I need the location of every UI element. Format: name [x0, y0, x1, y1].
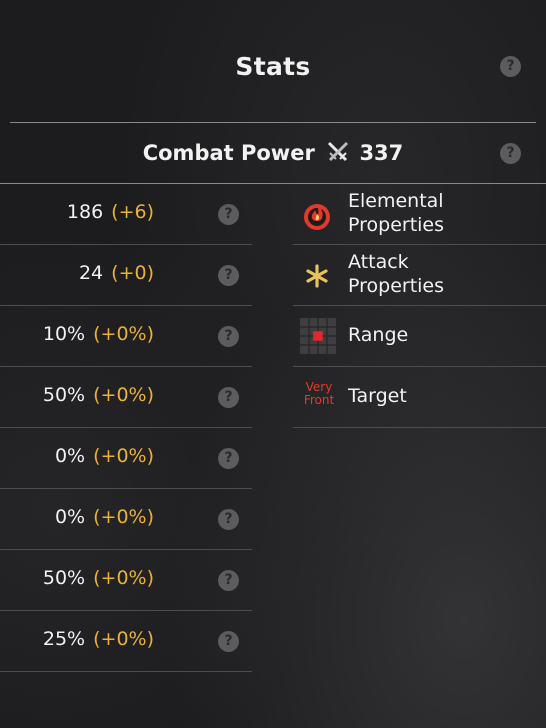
- stat-value: 0%: [54, 506, 86, 528]
- stat-bonus: (+0%): [93, 323, 154, 345]
- stat-row: 24 (+0) ?: [0, 245, 252, 306]
- stat-value: 50%: [42, 567, 86, 589]
- stat-value: 24: [78, 262, 104, 284]
- target-row[interactable]: Very Front Target: [293, 367, 546, 428]
- stats-help-icon[interactable]: ?: [500, 56, 521, 77]
- stat-bonus: (+0%): [93, 628, 154, 650]
- stat-bonus: (+0%): [93, 384, 154, 406]
- stat-row: 50% (+0%) ?: [0, 550, 252, 611]
- stat-value: 0%: [54, 445, 86, 467]
- stat-bonus: (+6): [111, 201, 154, 223]
- combat-power-help-icon[interactable]: ?: [500, 143, 521, 164]
- stat-value: 50%: [42, 384, 86, 406]
- stat-help-icon[interactable]: ?: [218, 509, 239, 530]
- stat-row: 186 (+6) ?: [0, 184, 252, 245]
- stat-bonus: (+0%): [93, 506, 154, 528]
- combat-power: Combat Power 337: [0, 140, 546, 165]
- stat-row: 50% (+0%) ?: [0, 367, 252, 428]
- elemental-properties-label-1: Elemental: [348, 190, 444, 212]
- stat-help-icon[interactable]: ?: [218, 326, 239, 347]
- stat-help-icon[interactable]: ?: [218, 570, 239, 591]
- target-label: Target: [348, 385, 407, 407]
- header-divider: [10, 122, 536, 123]
- range-grid-icon: [300, 318, 336, 354]
- stat-help-icon[interactable]: ?: [218, 631, 239, 652]
- stat-help-icon[interactable]: ?: [218, 387, 239, 408]
- stat-value: 25%: [42, 628, 86, 650]
- stat-bonus: (+0%): [93, 445, 154, 467]
- attack-properties-row[interactable]: Attack Properties: [293, 245, 546, 306]
- stat-help-icon[interactable]: ?: [218, 265, 239, 286]
- stat-row: 0% (+0%) ?: [0, 428, 252, 489]
- combat-power-value: 337: [359, 141, 404, 165]
- fire-icon: [304, 204, 330, 230]
- attack-properties-label-1: Attack: [348, 251, 409, 273]
- stat-bonus: (+0): [111, 262, 154, 284]
- attack-properties-label-2: Properties: [348, 275, 445, 297]
- crossed-swords-icon: [328, 141, 349, 162]
- target-badge: Very Front: [303, 380, 335, 407]
- stat-help-icon[interactable]: ?: [218, 204, 239, 225]
- range-row[interactable]: Range: [293, 306, 546, 367]
- stat-help-icon[interactable]: ?: [218, 448, 239, 469]
- stat-row: 10% (+0%) ?: [0, 306, 252, 367]
- stat-row: 25% (+0%) ?: [0, 611, 252, 672]
- range-label: Range: [348, 324, 409, 346]
- stat-value: 10%: [42, 323, 86, 345]
- combat-power-label: Combat Power: [142, 141, 315, 165]
- star-icon: [306, 264, 328, 288]
- stat-value: 186: [66, 201, 104, 223]
- stat-row: 0% (+0%) ?: [0, 489, 252, 550]
- elemental-properties-row[interactable]: Elemental Properties: [293, 184, 546, 245]
- stat-bonus: (+0%): [93, 567, 154, 589]
- elemental-properties-label-2: Properties: [348, 214, 445, 236]
- page-title: Stats: [235, 52, 311, 81]
